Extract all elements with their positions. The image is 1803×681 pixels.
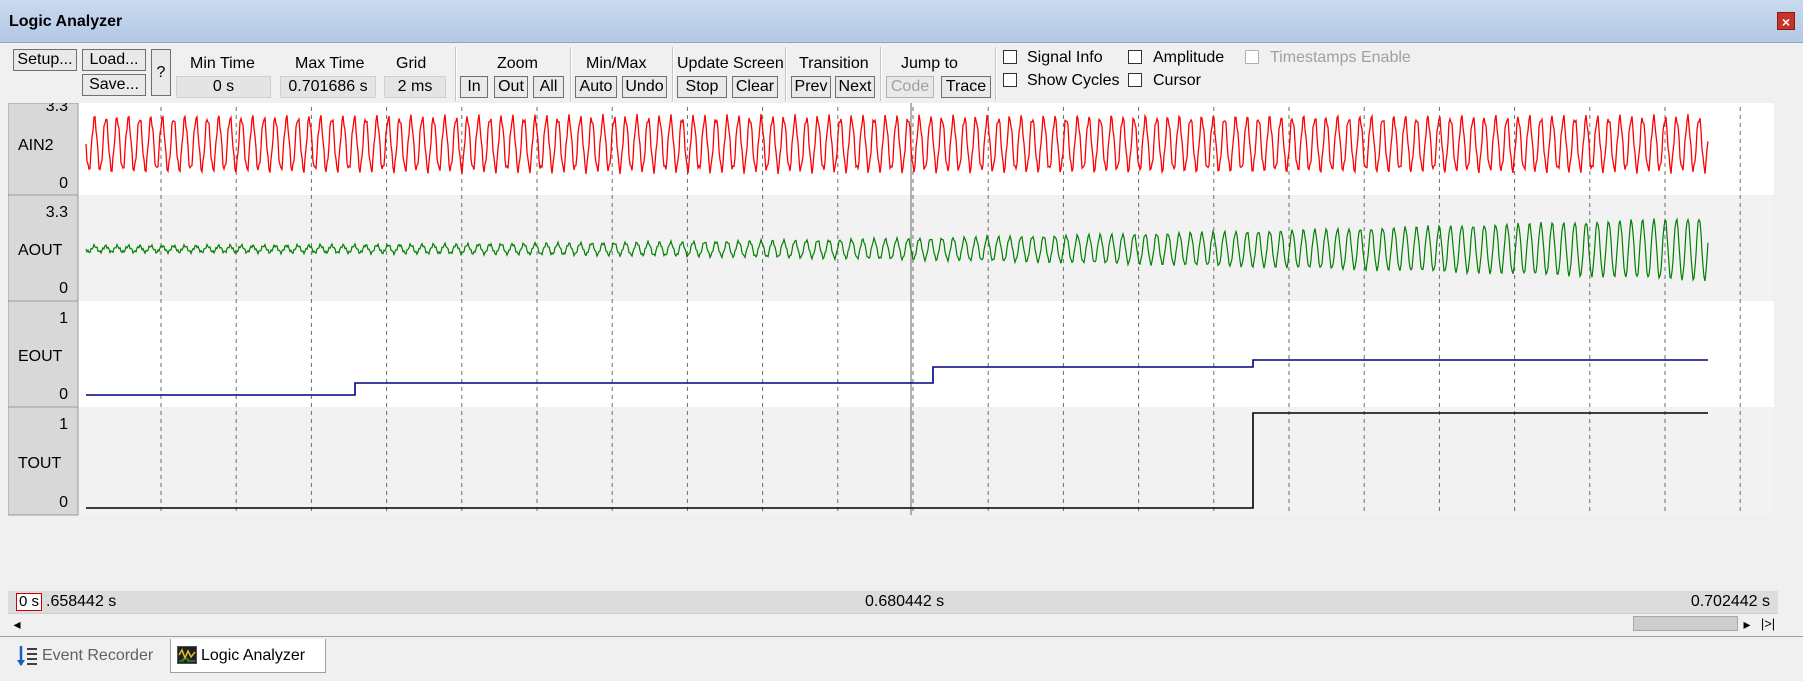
- window-title: Logic Analyzer: [9, 13, 123, 30]
- eout-name-label: EOUT: [18, 348, 63, 365]
- toolbar-separator: [785, 47, 787, 101]
- tout-name-label: TOUT: [18, 455, 61, 472]
- timestamps-checkbox[interactable]: [1245, 50, 1259, 64]
- update-screen-label: Update Screen: [677, 55, 784, 72]
- tout-min-label: 0: [59, 494, 68, 511]
- scroll-left-icon[interactable]: ◂: [8, 614, 26, 634]
- title-bar: Logic Analyzer ×: [0, 0, 1803, 43]
- amplitude-label: Amplitude: [1153, 49, 1225, 66]
- zoom-all-button[interactable]: All: [533, 76, 564, 98]
- time-start-label: .658442 s: [46, 593, 117, 610]
- minmax-auto-button[interactable]: Auto: [575, 76, 617, 98]
- logic-analyzer-icon: [177, 646, 197, 664]
- scroll-right-icon[interactable]: ▸: [1738, 614, 1756, 634]
- aout-max-label: 3.3: [46, 204, 68, 221]
- tab-label: Event Recorder: [42, 647, 154, 664]
- tab-event-recorder[interactable]: Event Recorder: [12, 639, 166, 673]
- setup-button[interactable]: Setup...: [13, 49, 77, 71]
- update-stop-button[interactable]: Stop: [677, 76, 727, 98]
- transition-label: Transition: [799, 55, 869, 72]
- ain2-name-label: AIN2: [18, 137, 54, 154]
- save-button[interactable]: Save...: [82, 74, 146, 96]
- cursor-time-box: 0 s: [16, 593, 43, 611]
- toolbar-separator: [995, 47, 997, 101]
- time-end-label: 0.702442 s: [1690, 593, 1770, 610]
- zoom-label: Zoom: [497, 55, 538, 72]
- toolbar: Setup... Load... Save... ? Min Time 0 s …: [0, 43, 1803, 103]
- show-cycles-checkbox[interactable]: [1003, 73, 1017, 87]
- amplitude-checkbox[interactable]: [1128, 50, 1142, 64]
- tab-strip: Event Recorder Logic Analyzer: [0, 636, 1803, 681]
- signal-info-checkbox[interactable]: [1003, 50, 1017, 64]
- signal-info-label: Signal Info: [1027, 49, 1103, 66]
- toolbar-separator: [880, 47, 882, 101]
- grid-value: 2 ms: [384, 76, 446, 98]
- zoom-out-button[interactable]: Out: [494, 76, 528, 98]
- waveform-plot[interactable]: 3.3 AIN2 0 3.3 AOUT 0 1 EOUT 0 1 TOUT 0: [8, 103, 1774, 591]
- jump-code-button[interactable]: Code: [886, 76, 934, 98]
- max-time-value: 0.701686 s: [280, 76, 376, 98]
- horizontal-scrollbar[interactable]: ◂ ▸ |>|: [8, 613, 1778, 634]
- aout-name-label: AOUT: [18, 242, 63, 259]
- jump-trace-button[interactable]: Trace: [941, 76, 991, 98]
- show-cycles-label: Show Cycles: [1027, 72, 1120, 89]
- tab-logic-analyzer[interactable]: Logic Analyzer: [170, 639, 326, 673]
- close-button[interactable]: ×: [1777, 12, 1795, 30]
- grid-label: Grid: [396, 55, 427, 72]
- help-button[interactable]: ?: [151, 49, 171, 96]
- toolbar-separator: [455, 47, 457, 101]
- ain2-min-label: 0: [59, 175, 68, 192]
- scroll-end-icon[interactable]: |>|: [1758, 615, 1778, 633]
- toolbar-separator: [672, 47, 674, 101]
- cursor-label: Cursor: [1153, 72, 1202, 89]
- tout-max-label: 1: [59, 416, 68, 433]
- min-time-value: 0 s: [176, 76, 271, 98]
- eout-min-label: 0: [59, 386, 68, 403]
- transition-prev-button[interactable]: Prev: [791, 76, 831, 98]
- timestamps-label: Timestamps Enable: [1270, 49, 1411, 66]
- time-axis: 0 s .658442 s 0.680442 s 0.702442 s: [8, 591, 1778, 613]
- scroll-thumb[interactable]: [1633, 616, 1738, 631]
- transition-next-button[interactable]: Next: [835, 76, 875, 98]
- tab-label: Logic Analyzer: [201, 647, 306, 664]
- jump-to-label: Jump to: [901, 55, 958, 72]
- update-clear-button[interactable]: Clear: [732, 76, 778, 98]
- min-time-label: Min Time: [190, 55, 255, 72]
- time-middle-label: 0.680442 s: [865, 593, 945, 610]
- minmax-label: Min/Max: [586, 55, 647, 72]
- eout-max-label: 1: [59, 310, 68, 327]
- event-recorder-icon: [17, 646, 37, 666]
- load-button[interactable]: Load...: [82, 49, 146, 71]
- ain2-max-label: 3.3: [46, 103, 68, 115]
- cursor-checkbox[interactable]: [1128, 73, 1142, 87]
- zoom-in-button[interactable]: In: [460, 76, 488, 98]
- toolbar-separator: [570, 47, 572, 101]
- name-column: [8, 103, 79, 516]
- minmax-undo-button[interactable]: Undo: [622, 76, 667, 98]
- aout-min-label: 0: [59, 280, 68, 297]
- max-time-label: Max Time: [295, 55, 365, 72]
